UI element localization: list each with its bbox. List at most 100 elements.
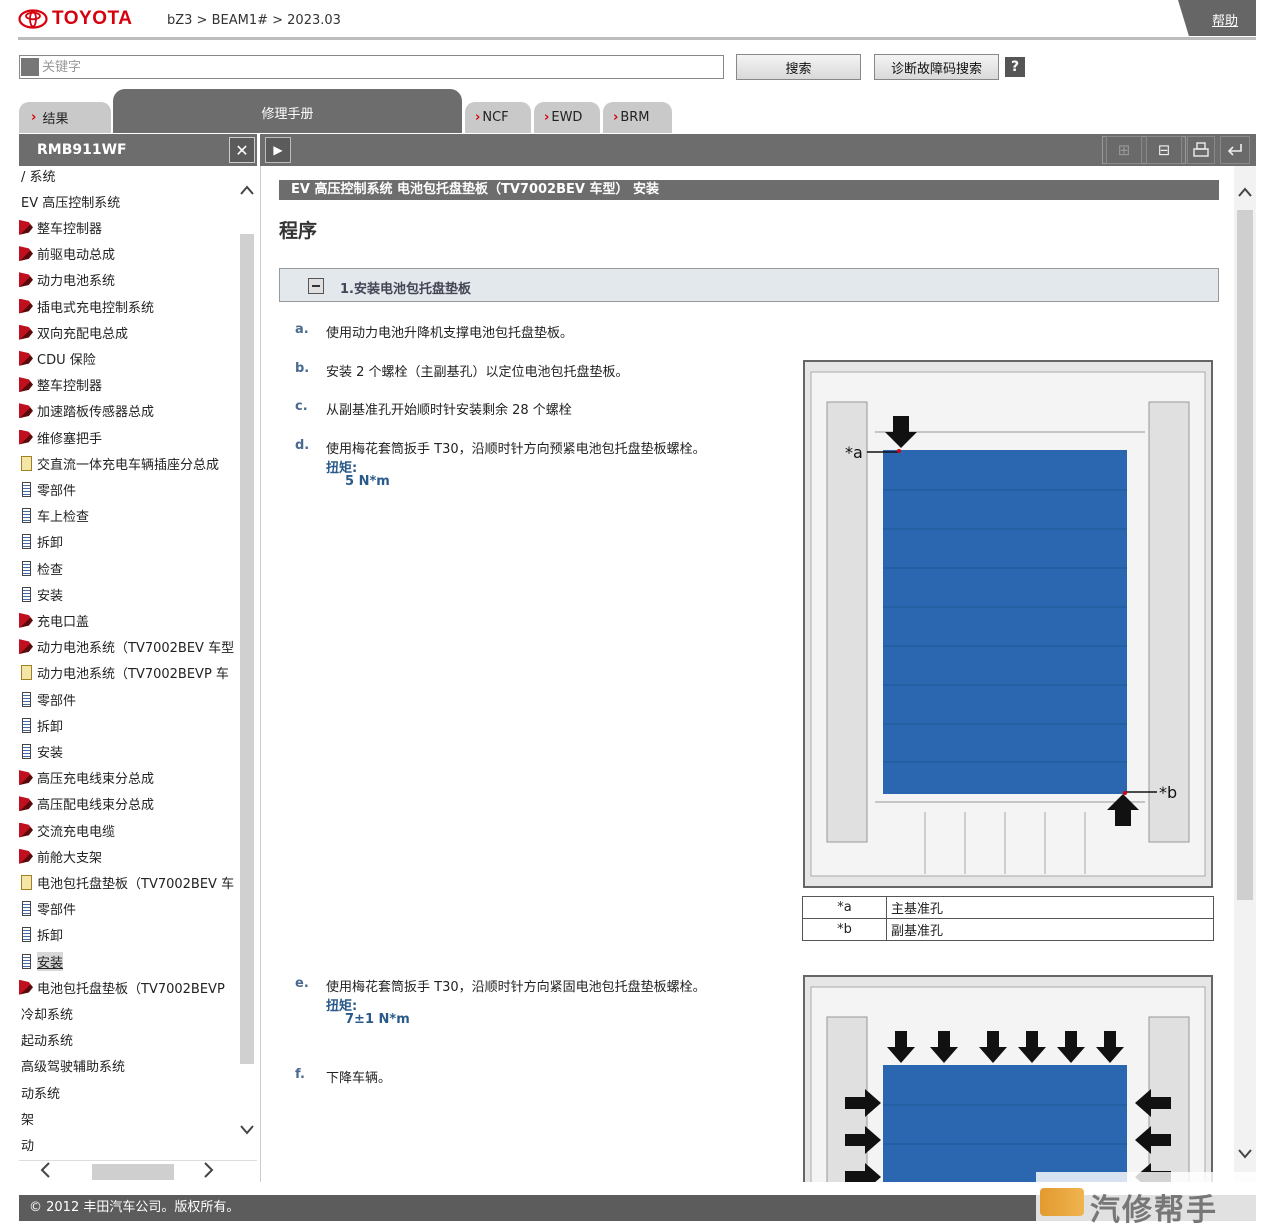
tree-item[interactable]: 零部件 [19, 478, 76, 500]
tree-item[interactable]: 安装 [19, 583, 63, 605]
folder-icon [21, 455, 32, 471]
scroll-down-icon[interactable] [1238, 1148, 1252, 1163]
tree-item[interactable]: 前舱大支架 [19, 845, 102, 867]
tree-item-label: 零部件 [37, 903, 77, 919]
tree-item[interactable]: 高压配电线束分总成 [19, 793, 154, 815]
tree-item-label: 双向充配电总成 [37, 326, 129, 342]
collapse-step-icon[interactable] [308, 278, 324, 294]
tree-item[interactable]: 动力电池系统（TV7002BEVP 车 [19, 662, 229, 684]
toyota-emblem-icon [18, 9, 48, 29]
tree-item[interactable]: 架 [21, 1107, 34, 1129]
tree-vertical-scrollbar[interactable] [237, 166, 257, 1160]
tree-item[interactable]: 安装 [19, 950, 64, 972]
tree-item[interactable]: 动力电池系统（TV7002BEV 车型 [19, 636, 234, 658]
tree-item[interactable]: 检查 [19, 557, 63, 579]
back-button[interactable] [1220, 136, 1250, 164]
expand-panel-button[interactable]: ▶ [265, 137, 291, 163]
manual-book-icon [19, 219, 33, 235]
substep-letter: e. [295, 976, 309, 991]
tree-item[interactable]: 整车控制器 [19, 374, 102, 396]
scroll-right-icon[interactable] [203, 1162, 215, 1183]
chevron-right-icon: › [31, 110, 37, 125]
scroll-up-icon[interactable] [239, 184, 255, 200]
help-question-button[interactable]: ? [1005, 57, 1025, 77]
tree-item[interactable]: 高压充电线束分总成 [19, 767, 154, 789]
substep-text: 使用梅花套筒扳手 T30，沿顺时针方向预紧电池包托盘垫板螺栓。 [326, 442, 706, 457]
manual-book-icon [19, 979, 33, 995]
tree-item[interactable]: 高级驾驶辅助系统 [21, 1055, 125, 1077]
scrollbar-thumb[interactable] [240, 234, 254, 1064]
scrollbar-thumb[interactable] [1237, 210, 1253, 900]
expand-all-button[interactable]: ⊞ [1106, 136, 1142, 164]
tree-item[interactable]: 零部件 [19, 898, 76, 920]
tree-item[interactable]: 交流充电电缆 [19, 819, 115, 841]
tab-repair-manual[interactable]: 修理手册 [113, 89, 462, 133]
tree-item[interactable]: 拆卸 [19, 531, 63, 553]
content-vertical-scrollbar[interactable] [1234, 166, 1256, 1182]
tree-item[interactable]: 动系统 [21, 1081, 60, 1103]
tree-item[interactable]: 动 [21, 1133, 34, 1155]
return-icon [1227, 144, 1242, 156]
toyota-logo[interactable]: TOYOTA [18, 8, 132, 30]
manual-book-icon [19, 429, 33, 445]
tree-item-label: 冷却系统 [21, 1007, 74, 1023]
tree-item[interactable]: 拆卸 [19, 714, 63, 736]
tree-item[interactable]: 拆卸 [19, 924, 63, 946]
tree-item[interactable]: 电池包托盘垫板（TV7002BEVP [19, 976, 225, 998]
tree-item[interactable]: 双向充配电总成 [19, 321, 128, 343]
tree-item[interactable]: CDU 保险 [19, 347, 96, 369]
tree-item-label: 零部件 [37, 483, 77, 499]
collapse-all-button[interactable]: ⊟ [1146, 136, 1182, 164]
tree-item[interactable]: 冷却系统 [21, 1002, 73, 1024]
tree-item-label: 交直流一体充电车辆插座分总成 [37, 457, 220, 473]
dtc-search-button[interactable]: 诊断故障码搜索 [874, 54, 999, 80]
tree-item[interactable]: 零部件 [19, 688, 76, 710]
search-input[interactable] [19, 55, 724, 79]
tree-item[interactable]: 交直流一体充电车辆插座分总成 [19, 452, 219, 474]
tree-item[interactable]: 插电式充电控制系统 [19, 295, 154, 317]
tree-item[interactable]: 加速踏板传感器总成 [19, 400, 154, 422]
scroll-left-icon[interactable] [39, 1162, 51, 1183]
tree-item[interactable]: 电池包托盘垫板（TV7002BEV 车 [19, 871, 234, 893]
tree-item[interactable]: 动力电池系统 [19, 269, 115, 291]
step-header[interactable]: 1.安装电池包托盘垫板 [279, 268, 1219, 302]
tree-item[interactable]: 整车控制器 [19, 216, 102, 238]
tree-item[interactable]: 车上检查 [19, 505, 89, 527]
scrollbar-thumb[interactable] [92, 1164, 174, 1180]
document-icon [22, 743, 31, 759]
print-button[interactable] [1187, 136, 1215, 164]
substep-letter: a. [295, 322, 309, 337]
close-panel-button[interactable]: ✕ [229, 137, 255, 163]
substep-letter: b. [295, 361, 310, 376]
document-icon [22, 927, 31, 943]
tab-brm-label: BRM [620, 110, 650, 125]
scroll-down-icon[interactable] [239, 1124, 255, 1140]
tree-item[interactable]: 起动系统 [21, 1029, 73, 1051]
help-link[interactable]: 帮助 [1212, 10, 1238, 29]
tree-item-label: 零部件 [37, 693, 77, 709]
tree-item-label: 电池包托盘垫板（TV7002BEV 车 [37, 876, 235, 892]
tree-item-label: 车上检查 [37, 510, 90, 526]
minus-box-icon: ⊟ [1157, 141, 1171, 159]
tree-item[interactable]: 充电口盖 [19, 609, 89, 631]
tree-item[interactable]: EV 高压控制系统 [21, 190, 120, 212]
tree-item[interactable]: 前驱电动总成 [19, 243, 115, 265]
tab-ncf[interactable]: › NCF [465, 102, 531, 133]
tree-item-label: 起动系统 [21, 1034, 74, 1050]
tree-item-label: 充电口盖 [37, 614, 90, 630]
tab-brm[interactable]: › BRM [603, 102, 672, 133]
tree-item-label: 整车控制器 [37, 221, 103, 237]
tree-item-label: EV 高压控制系统 [21, 195, 121, 211]
tree-horizontal-scrollbar[interactable] [19, 1160, 257, 1182]
folder-icon [21, 665, 32, 681]
tab-ewd[interactable]: › EWD [534, 102, 600, 133]
tree-item[interactable]: 维修塞把手 [19, 426, 102, 448]
legend-key: *a [802, 896, 887, 919]
scroll-up-icon[interactable] [1238, 186, 1252, 201]
tree-item[interactable]: / 系统 [21, 166, 56, 186]
tab-ewd-label: EWD [551, 110, 583, 125]
search-button[interactable]: 搜索 [736, 54, 861, 80]
tree-item[interactable]: 安装 [19, 740, 63, 762]
tree-item-label: 整车控制器 [37, 379, 103, 395]
tab-results[interactable]: › 结果 [19, 102, 111, 133]
